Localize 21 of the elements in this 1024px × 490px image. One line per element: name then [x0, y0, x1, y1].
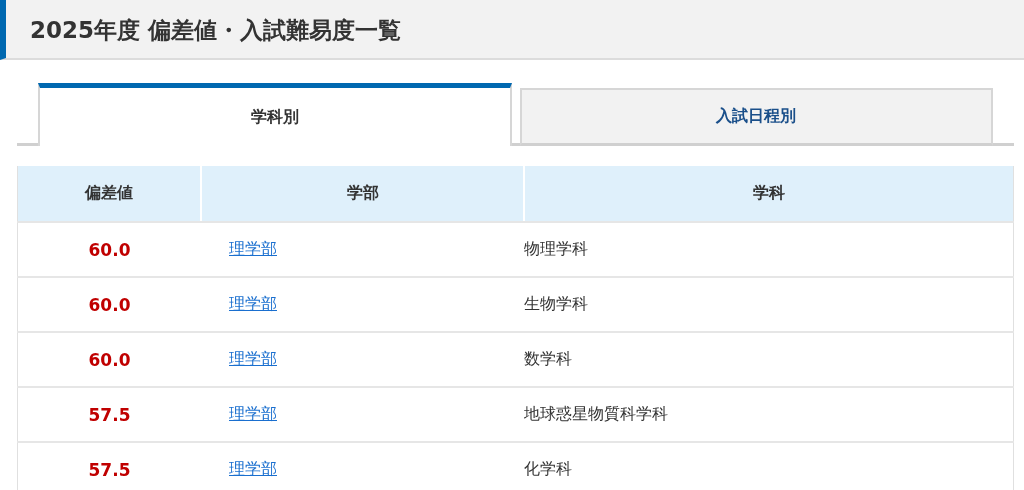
score-cell: 57.5: [17, 442, 201, 490]
faculty-link[interactable]: 理学部: [229, 459, 277, 478]
faculty-link[interactable]: 理学部: [229, 294, 277, 313]
score-cell: 60.0: [17, 222, 201, 277]
score-cell: 60.0: [17, 277, 201, 332]
column-header: 偏差値: [17, 166, 201, 222]
score-cell: 60.0: [17, 332, 201, 387]
tab[interactable]: 入試日程別: [519, 88, 993, 146]
tab[interactable]: 学科別: [38, 83, 512, 146]
department-cell: 地球惑星物質科学科: [524, 387, 1014, 442]
faculty-link[interactable]: 理学部: [229, 349, 277, 368]
department-cell: 化学科: [524, 442, 1014, 490]
department-cell: 数学科: [524, 332, 1014, 387]
faculty-link[interactable]: 理学部: [229, 239, 277, 258]
score-cell: 57.5: [17, 387, 201, 442]
faculty-link[interactable]: 理学部: [229, 404, 277, 423]
column-header: 学科: [524, 166, 1014, 222]
page-title: 2025年度 偏差値・入試難易度一覧: [0, 0, 1024, 60]
column-header: 学部: [201, 166, 524, 222]
department-cell: 物理学科: [524, 222, 1014, 277]
department-cell: 生物学科: [524, 277, 1014, 332]
